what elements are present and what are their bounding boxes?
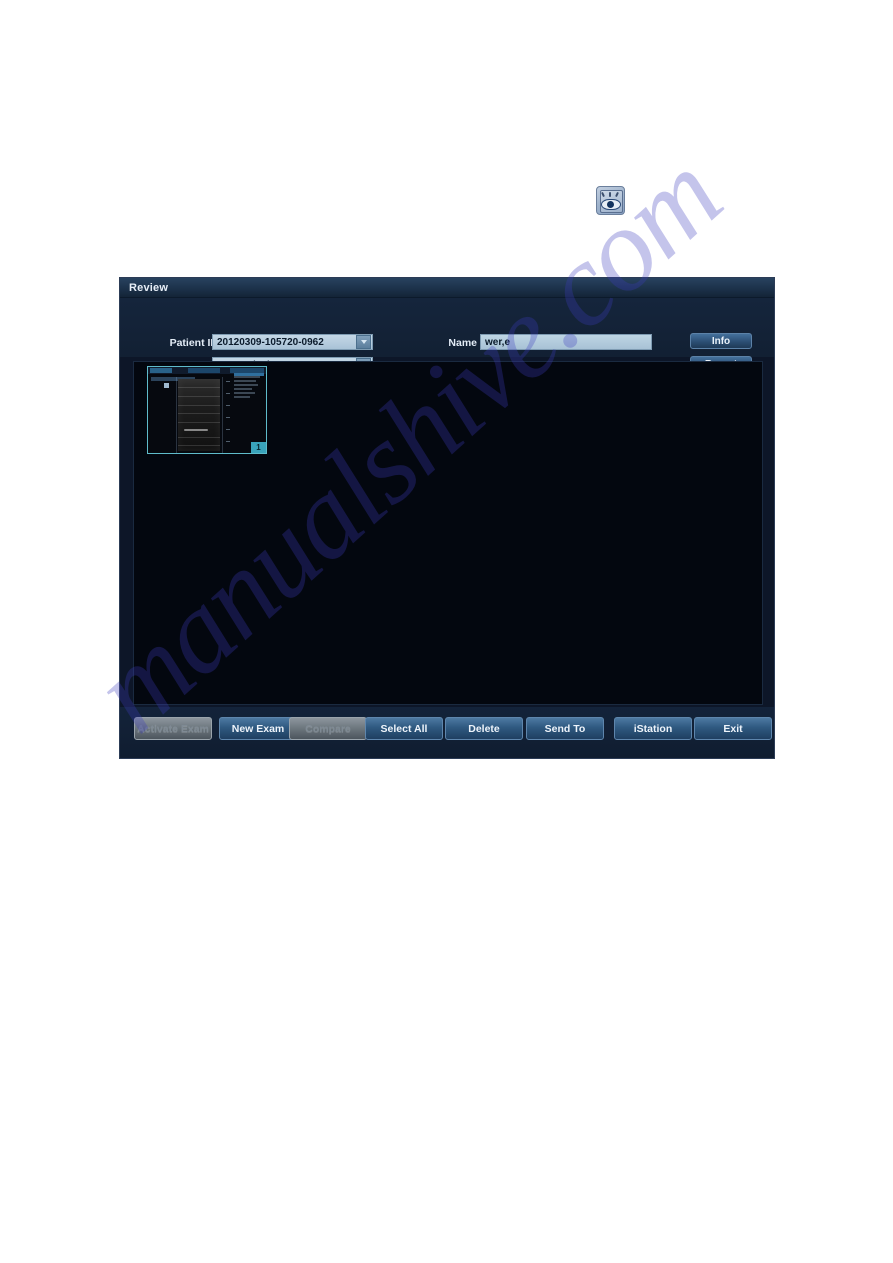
bottom-button-bar: Activate Exam New Exam Compare Select Al… (120, 707, 774, 758)
eyelash-marks-icon (601, 191, 620, 198)
review-eye-icon (596, 186, 625, 215)
patient-id-combo[interactable]: 20120309-105720-0962 (212, 334, 373, 350)
delete-button[interactable]: Delete (445, 717, 523, 740)
patient-id-chevron-down-icon[interactable] (356, 335, 371, 349)
thumb-depth-ticks (226, 381, 230, 451)
review-form-area: Patient ID 20120309-105720-0962 Exam His… (120, 298, 774, 373)
thumbnail-badge: 1 (251, 442, 266, 453)
name-value: wer,e (485, 336, 511, 348)
thumb-divider-right (222, 377, 223, 453)
review-icon-button[interactable] (596, 186, 625, 215)
thumbnail-gallery[interactable]: 1 (133, 361, 763, 705)
window-title-bar: Review (120, 278, 774, 298)
send-to-button[interactable]: Send To (526, 717, 604, 740)
thumbnail-item[interactable]: 1 (147, 366, 267, 454)
name-input[interactable]: wer,e (480, 334, 652, 350)
patient-id-label: Patient ID (169, 337, 218, 349)
review-window: Review Patient ID 20120309-105720-0962 E… (119, 277, 775, 759)
istation-button[interactable]: iStation (614, 717, 692, 740)
name-label: Name (448, 337, 477, 349)
compare-button[interactable]: Compare (289, 717, 367, 740)
thumb-divider-left (176, 377, 177, 453)
patient-id-value: 20120309-105720-0962 (217, 336, 324, 348)
activate-exam-button[interactable]: Activate Exam (134, 717, 212, 740)
select-all-button[interactable]: Select All (365, 717, 443, 740)
window-title: Review (129, 281, 169, 294)
thumb-parameter-list (234, 376, 264, 406)
eye-glyph-icon (601, 199, 621, 210)
thumb-ultrasound-scan (178, 379, 220, 451)
info-button[interactable]: Info (690, 333, 752, 349)
thumb-marker-icon (164, 383, 169, 388)
new-exam-button[interactable]: New Exam (219, 717, 297, 740)
exit-button[interactable]: Exit (694, 717, 772, 740)
